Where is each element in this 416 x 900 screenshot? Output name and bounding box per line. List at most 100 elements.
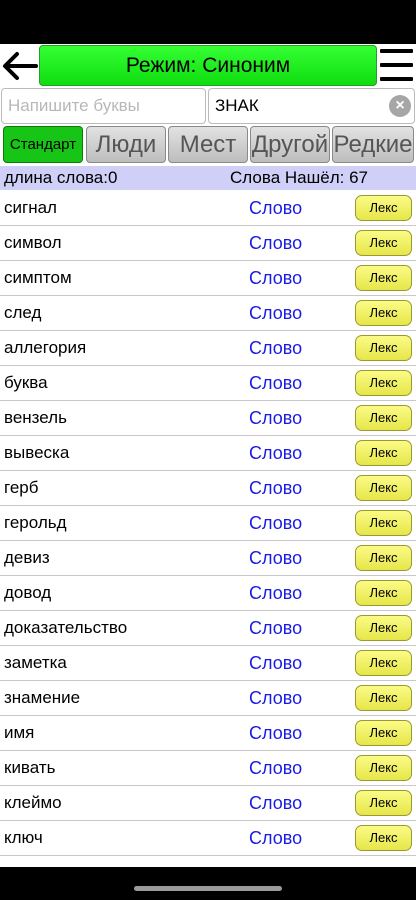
word-text[interactable]: симптом [4,261,72,295]
word-link[interactable]: Слово [249,786,302,820]
list-item: герб Слово Лекс [0,471,416,506]
lex-button[interactable]: Лекс [355,615,412,641]
word-text[interactable]: заметка [4,646,67,680]
word-text[interactable]: девиз [4,541,50,575]
tab-standard[interactable]: Стандарт [3,126,83,163]
word-text[interactable]: вензель [4,401,67,435]
list-item: буква Слово Лекс [0,366,416,401]
list-item: сигнал Слово Лекс [0,191,416,226]
hamburger-menu-icon [380,49,413,53]
word-text[interactable]: сигнал [4,191,57,225]
word-text[interactable]: кивать [4,751,56,785]
lex-button[interactable]: Лекс [355,545,412,571]
hamburger-line [380,77,413,81]
lex-button[interactable]: Лекс [355,790,412,816]
list-item: симптом Слово Лекс [0,261,416,296]
navigation-bar [0,867,416,900]
lex-button[interactable]: Лекс [355,475,412,501]
list-item: кивать Слово Лекс [0,751,416,786]
word-link[interactable]: Слово [249,191,302,225]
list-item: клеймо Слово Лекс [0,786,416,821]
lex-button[interactable]: Лекс [355,265,412,291]
category-tabs: Стандарт Люди Мест Другой Редкие [0,126,416,164]
list-item: символ Слово Лекс [0,226,416,261]
lex-button[interactable]: Лекс [355,230,412,256]
lex-button[interactable]: Лекс [355,720,412,746]
word-text[interactable]: доказательство [4,611,127,645]
lex-button[interactable]: Лекс [355,440,412,466]
lex-button[interactable]: Лекс [355,755,412,781]
close-circle-icon[interactable]: × [389,95,411,117]
word-link[interactable]: Слово [249,401,302,435]
tab-other[interactable]: Другой [250,126,330,163]
letters-input[interactable] [1,88,206,124]
word-link[interactable]: Слово [249,436,302,470]
word-text[interactable]: знамение [4,681,80,715]
synonym-list: сигнал Слово Лекс символ Слово Лекс симптом Сло… [0,191,416,856]
lex-button[interactable]: Лекс [355,580,412,606]
list-item: аллегория Слово Лекс [0,331,416,366]
word-link[interactable]: Слово [249,716,302,750]
word-link[interactable]: Слово [249,506,302,540]
word-link[interactable]: Слово [249,541,302,575]
list-item: имя Слово Лекс [0,716,416,751]
home-indicator[interactable] [134,886,282,891]
menu-button[interactable] [378,46,416,86]
word-text[interactable]: герб [4,471,38,505]
lex-button[interactable]: Лекс [355,685,412,711]
word-link[interactable]: Слово [249,646,302,680]
list-item: девиз Слово Лекс [0,541,416,576]
lex-button[interactable]: Лекс [355,300,412,326]
word-link[interactable]: Слово [249,261,302,295]
search-row: × [0,88,416,125]
list-item: вензель Слово Лекс [0,401,416,436]
word-text[interactable]: буква [4,366,48,400]
word-text[interactable]: след [4,296,41,330]
list-item: довод Слово Лекс [0,576,416,611]
lex-button[interactable]: Лекс [355,405,412,431]
word-text[interactable]: довод [4,576,51,610]
list-item: след Слово Лекс [0,296,416,331]
lex-button[interactable]: Лекс [355,195,412,221]
status-bar [0,0,416,44]
header: Режим: Синоним [0,44,416,88]
lex-button[interactable]: Лекс [355,370,412,396]
word-link[interactable]: Слово [249,471,302,505]
word-text[interactable]: вывеска [4,436,69,470]
list-item: ключ Слово Лекс [0,821,416,856]
word-length-label: длина слова:0 [4,168,118,187]
word-text[interactable]: ключ [4,821,43,855]
tab-rare[interactable]: Редкие [332,126,414,163]
word-text[interactable]: герольд [4,506,67,540]
tab-places[interactable]: Мест [168,126,248,163]
word-link[interactable]: Слово [249,681,302,715]
mode-title[interactable]: Режим: Синоним [39,45,377,86]
words-found-label: Слова Нашёл: 67 [230,168,368,187]
list-item: заметка Слово Лекс [0,646,416,681]
word-link[interactable]: Слово [249,226,302,260]
list-item: знамение Слово Лекс [0,681,416,716]
lex-button[interactable]: Лекс [355,510,412,536]
word-text[interactable]: клеймо [4,786,62,820]
word-link[interactable]: Слово [249,366,302,400]
hamburger-line [380,63,413,67]
word-link[interactable]: Слово [249,331,302,365]
word-input[interactable] [208,88,415,124]
arrow-left-icon [3,52,38,80]
word-link[interactable]: Слово [249,296,302,330]
tab-people[interactable]: Люди [86,126,166,163]
word-text[interactable]: имя [4,716,34,750]
list-item: доказательство Слово Лекс [0,611,416,646]
word-text[interactable]: символ [4,226,62,260]
word-link[interactable]: Слово [249,751,302,785]
lex-button[interactable]: Лекс [355,335,412,361]
word-link[interactable]: Слово [249,576,302,610]
lex-button[interactable]: Лекс [355,650,412,676]
list-item: вывеска Слово Лекс [0,436,416,471]
back-button[interactable] [0,44,40,88]
word-text[interactable]: аллегория [4,331,86,365]
lex-button[interactable]: Лекс [355,825,412,851]
word-link[interactable]: Слово [249,821,302,855]
info-bar: длина слова:0 Слова Нашёл: 67 [0,166,416,190]
word-link[interactable]: Слово [249,611,302,645]
